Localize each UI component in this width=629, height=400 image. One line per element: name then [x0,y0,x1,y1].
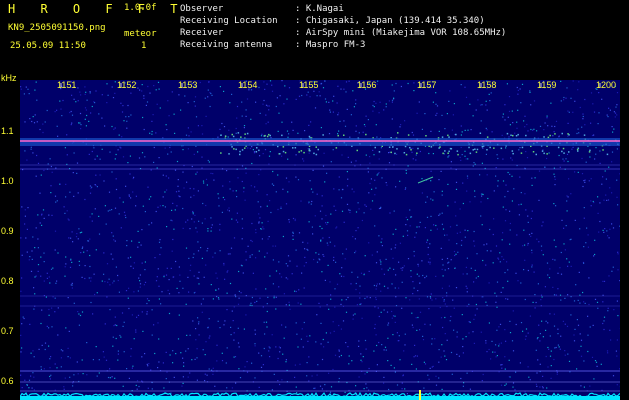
time-tick-label: 1152 [117,80,137,90]
time-tick-label: 1157 [417,80,437,90]
noise-speckle [20,80,620,400]
meteor-count: 1 [141,41,147,51]
time-tick-label: 1156 [357,80,377,90]
antenna-value: : Maspro FM-3 [295,40,366,50]
location-value: : Chigasaki, Japan (139.414 35.340) [295,16,485,26]
y-tick-label: 0.8 [1,276,14,286]
meteor-streak [417,176,434,184]
time-tick-label: 1158 [477,80,497,90]
y-tick-label: 0.7 [1,326,14,336]
time-tick-label: 1153 [178,80,198,90]
time-tick-label: 1159 [537,80,557,90]
y-unit-label: kHz [1,73,17,83]
spectrogram [20,80,620,400]
location-label: Receiving Location [180,16,278,26]
antenna-label: Receiving antenna [180,40,273,50]
time-tick-label: 1154 [238,80,258,90]
y-tick-label: 1.1 [1,126,14,136]
time-tick-label: 1200 [596,80,617,90]
spectrogram-plot [20,80,620,400]
y-tick-label: 0.6 [1,376,14,386]
filename-label: KN9_2505091150.png [8,23,106,33]
noise-floor-band [20,396,620,400]
y-tick-label: 0.9 [1,226,14,236]
app-title: H R O F F T [8,2,187,16]
version-label: 1.0.0f [124,3,157,13]
time-tick-label: 1151 [57,80,77,90]
time-tick-label: 1155 [299,80,319,90]
observer-label: Observer [180,4,224,14]
y-tick-label: 1.0 [1,176,14,186]
datetime-label: 25.05.09 11:50 [10,41,86,51]
carrier-glow [20,138,620,146]
receiver-value: : AirSpy mini (Miakejima VOR 108.65MHz) [295,28,507,38]
observer-value: : K.Nagai [295,4,344,14]
receiver-label: Receiver [180,28,224,38]
meteor-label: meteor [124,29,157,39]
